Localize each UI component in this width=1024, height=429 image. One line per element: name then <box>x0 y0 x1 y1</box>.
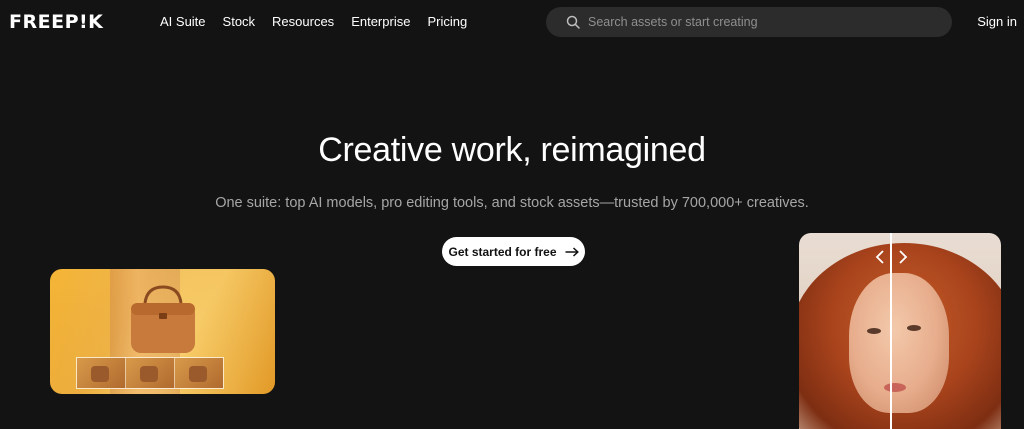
nav-ai-suite[interactable]: AI Suite <box>160 14 206 30</box>
chevron-left-icon[interactable] <box>874 249 886 265</box>
variation-thumbnails <box>76 357 224 389</box>
portrait-lips <box>884 383 906 392</box>
search-icon[interactable] <box>566 15 580 29</box>
portrait-face <box>849 273 949 413</box>
nav-resources[interactable]: Resources <box>272 14 334 30</box>
get-started-label: Get started for free <box>448 244 557 259</box>
compare-slider-handle[interactable] <box>890 233 892 429</box>
nav-stock[interactable]: Stock <box>223 14 256 30</box>
site-header: FREEP!K AI Suite Stock Resources Enterpr… <box>0 0 1024 44</box>
hero-subtitle: One suite: top AI models, pro editing to… <box>215 195 809 211</box>
portrait-eye <box>907 325 921 331</box>
search-input[interactable] <box>588 13 928 31</box>
portrait-compare-card[interactable] <box>799 233 1001 429</box>
thumbnail[interactable] <box>77 358 126 388</box>
thumbnail[interactable] <box>126 358 175 388</box>
nav-enterprise[interactable]: Enterprise <box>351 14 410 30</box>
thumbnail[interactable] <box>175 358 223 388</box>
portrait-eye <box>867 328 881 334</box>
freepik-logo[interactable]: FREEP!K <box>9 11 103 33</box>
main-nav: AI Suite Stock Resources Enterprise Pric… <box>160 14 484 30</box>
hero-title: Creative work, reimagined <box>318 131 706 169</box>
handbag-illustration <box>131 285 195 353</box>
sign-in-link[interactable]: Sign in <box>977 14 1017 29</box>
chevron-right-icon[interactable] <box>897 249 909 265</box>
get-started-button[interactable]: Get started for free <box>442 237 585 266</box>
product-image-card[interactable] <box>50 269 275 394</box>
logo-text: FREEP!K <box>9 11 104 33</box>
nav-pricing[interactable]: Pricing <box>427 14 467 30</box>
search-bar[interactable] <box>546 7 952 37</box>
arrow-right-icon <box>565 246 579 257</box>
